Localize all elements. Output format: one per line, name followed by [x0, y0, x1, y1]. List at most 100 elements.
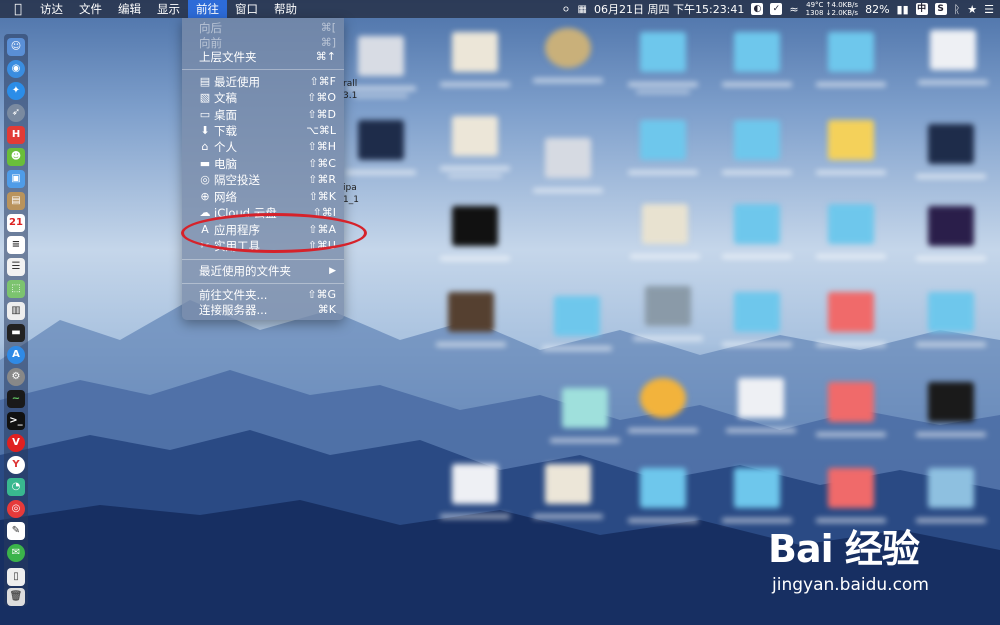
pages-icon[interactable]: ✎ [7, 522, 25, 540]
desktop-folder-icon[interactable] [916, 468, 986, 523]
desktop-folder-icon[interactable] [722, 204, 792, 259]
desktop-file-icon[interactable] [346, 36, 416, 98]
contacts-icon[interactable]: ▤ [7, 192, 25, 210]
desktop-file-icon[interactable] [440, 32, 510, 87]
menu-item-desktop[interactable]: ▭ 桌面 ⇧⌘D [182, 107, 344, 123]
desktop-file-icon[interactable] [726, 378, 796, 433]
app-status-icon[interactable]: ✓ [770, 3, 783, 15]
app-green-icon[interactable]: ◔ [7, 478, 25, 496]
desktop-image-icon[interactable] [916, 206, 986, 261]
menu-item-airdrop[interactable]: ◎ 隔空投送 ⇧⌘R [182, 172, 344, 188]
app-red-icon[interactable]: H [7, 126, 25, 144]
desktop-folder-icon[interactable] [816, 120, 886, 175]
reminders-icon[interactable]: ☰ [7, 258, 25, 276]
menu-item-connect-to-server[interactable]: 连接服务器... ⌘K [182, 302, 344, 318]
keynote-icon[interactable]: ▥ [7, 302, 25, 320]
desktop-image-icon[interactable] [436, 292, 506, 347]
desktop-folder-icon[interactable] [722, 120, 792, 175]
menu-item-applications[interactable]: A 应用程序 ⇧⌘A [182, 222, 344, 238]
desktop-file-icon[interactable] [630, 204, 700, 259]
preview-icon[interactable]: ▣ [7, 170, 25, 188]
desktop-file-icon[interactable] [440, 116, 510, 178]
desktop-folder-icon[interactable] [722, 468, 792, 523]
menu-item-go-to-folder[interactable]: 前往文件夹... ⇧⌘G [182, 287, 344, 303]
menu-finder[interactable]: 访达 [32, 0, 71, 18]
bluetooth-icon[interactable]: ᚱ [954, 3, 961, 16]
desktop-image-icon[interactable] [916, 124, 986, 179]
desktop-image-icon[interactable] [916, 382, 986, 437]
calendar-dock-icon[interactable]: 21 [7, 214, 25, 232]
android-icon[interactable]: ☻ [7, 148, 25, 166]
menu-item-home[interactable]: ⌂ 个人 ⇧⌘H [182, 139, 344, 155]
menu-item-utilities[interactable]: ✂ 实用工具 ⇧⌘U [182, 238, 344, 254]
wechat-icon[interactable]: ✉ [7, 544, 25, 562]
trash-icon[interactable]: 🗑 [7, 588, 25, 606]
app-store-icon[interactable]: A [7, 346, 25, 364]
activity-monitor-icon[interactable]: ~ [7, 390, 25, 408]
desktop-folder-icon[interactable] [816, 468, 886, 523]
desktop-file-icon[interactable] [440, 464, 510, 519]
battery-icon[interactable]: ▮▮ [897, 3, 909, 16]
desktop-folder-icon[interactable] [722, 32, 792, 87]
menu-item-documents[interactable]: ▧ 文稿 ⇧⌘O [182, 90, 344, 106]
menu-view[interactable]: 显示 [149, 0, 188, 18]
desktop-folder-icon[interactable] [816, 292, 886, 347]
calendar-icon[interactable]: ▦ [578, 4, 587, 15]
notes-icon[interactable]: ≡ [7, 236, 25, 254]
wifi-icon[interactable]: ≈ [789, 3, 798, 16]
list-icon[interactable]: ☰ [984, 3, 994, 16]
input-method[interactable]: 中 [915, 3, 928, 15]
document-icon[interactable]: ▯ [7, 568, 25, 586]
app-s-icon[interactable]: S [934, 3, 947, 15]
desktop-file-icon[interactable] [533, 138, 603, 193]
desktop-folder-icon[interactable] [816, 32, 886, 87]
menu-window[interactable]: 窗口 [227, 0, 266, 18]
vivaldi-icon[interactable]: V [7, 434, 25, 452]
desktop-folder-icon[interactable] [628, 32, 698, 94]
safari-icon[interactable]: ✦ [7, 82, 25, 100]
menu-go[interactable]: 前往 [188, 0, 227, 18]
menu-item-recents[interactable]: ▤ 最近使用 ⇧⌘F [182, 74, 344, 90]
netease-music-icon[interactable]: ◎ [7, 500, 25, 518]
maps-icon[interactable]: ⬚ [7, 280, 25, 298]
menu-item-downloads[interactable]: ⬇ 下载 ⌥⌘L [182, 123, 344, 139]
menu-file[interactable]: 文件 [71, 0, 110, 18]
apple-menu-icon[interactable]:  [10, 2, 26, 17]
menu-item-icloud-drive[interactable]: ☁ iCloud 云盘 ⇧⌘I [182, 205, 344, 221]
desktop-folder-icon[interactable] [550, 388, 620, 443]
terminal-icon[interactable]: ▬ [7, 324, 25, 342]
system-preferences-icon[interactable]: ⚙ [7, 368, 25, 386]
yandex-icon[interactable]: Y [7, 456, 25, 474]
star-icon[interactable]: ★ [967, 3, 977, 16]
desktop-folder-icon[interactable] [628, 120, 698, 175]
menu-item-enclosing-folder[interactable]: 上层文件夹 ⌘↑ [182, 49, 344, 65]
desktop-image-icon[interactable] [628, 378, 698, 433]
desktop-image-icon[interactable] [440, 206, 510, 261]
menu-edit[interactable]: 编辑 [110, 0, 149, 18]
desktop-folder-icon[interactable] [542, 296, 612, 351]
desktop-folder-icon[interactable] [916, 292, 986, 347]
console-icon[interactable]: >_ [7, 412, 25, 430]
globe-icon[interactable]: ⚪ [561, 3, 570, 16]
desktop-folder-icon[interactable] [816, 382, 886, 437]
desktop-image-icon[interactable] [346, 120, 416, 175]
toggle-icon[interactable]: ◐ [751, 3, 764, 15]
desktop-folder-icon[interactable] [628, 468, 698, 523]
siri-icon[interactable]: ◉ [7, 60, 25, 78]
menu-item-network[interactable]: ⊕ 网络 ⇧⌘K [182, 189, 344, 205]
desktop-image-icon[interactable] [533, 28, 603, 83]
desktop-image-icon[interactable] [633, 286, 703, 341]
battery-percent[interactable]: 82% [865, 3, 889, 16]
datetime[interactable]: 06月21日 周四 下午15:23:41 [594, 1, 744, 17]
menu-item-computer[interactable]: ▬ 电脑 ⇧⌘C [182, 156, 344, 172]
menu-item-back[interactable]: 向后 ⌘[ [182, 20, 344, 36]
desktop-folder-icon[interactable] [722, 292, 792, 347]
desktop-file-icon[interactable] [918, 30, 988, 85]
menu-item-recent-folders[interactable]: 最近使用的文件夹 ▶ [182, 263, 344, 279]
desktop-folder-icon[interactable] [816, 204, 886, 259]
menu-help[interactable]: 帮助 [266, 0, 305, 18]
launchpad-icon[interactable]: ➶ [7, 104, 25, 122]
finder-icon[interactable]: ☺ [7, 38, 25, 56]
desktop-file-icon[interactable] [533, 464, 603, 519]
system-monitor[interactable]: 49°C ↑4.0KB/s 1308 ↓2.0KB/s [806, 1, 858, 17]
